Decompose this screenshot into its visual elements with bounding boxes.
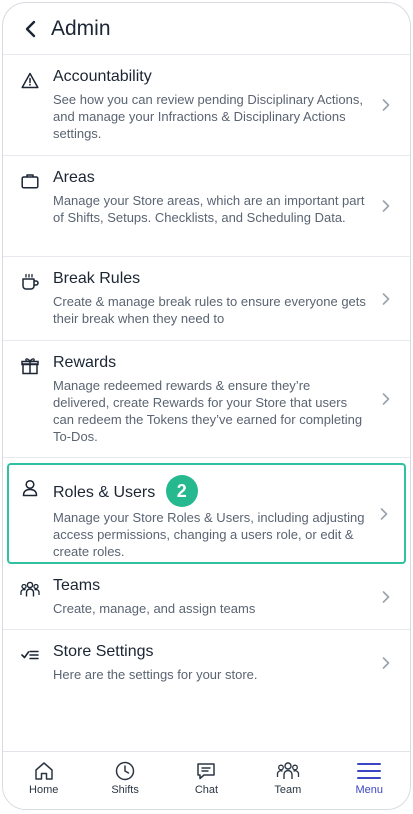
tab-label: Home xyxy=(29,784,59,796)
hamburger-menu-icon xyxy=(357,760,382,782)
menu-item-title: Rewards xyxy=(53,354,117,371)
menu-item-title: Break Rules xyxy=(53,270,141,287)
tab-team[interactable]: Team xyxy=(253,760,323,796)
warning-icon xyxy=(20,70,40,90)
menu-item-title: Teams xyxy=(53,577,101,594)
menu-item-description: Create, manage, and assign teams xyxy=(53,601,256,616)
chevron-right-icon xyxy=(380,656,392,670)
menu-item-description: See how you can review pending Disciplin… xyxy=(53,92,364,141)
menu-item-break-rules[interactable]: Break Rules Create & manage break rules … xyxy=(3,257,410,341)
chevron-right-icon xyxy=(380,98,392,112)
home-icon xyxy=(33,760,55,782)
menu-item-store-settings[interactable]: Store Settings Here are the settings for… xyxy=(3,630,410,696)
coffee-cup-icon xyxy=(20,272,40,292)
menu-item-roles-users[interactable]: Roles & Users 2 Manage your Store Roles … xyxy=(7,463,406,564)
tab-shifts[interactable]: Shifts xyxy=(90,760,160,796)
tab-menu[interactable]: Menu xyxy=(334,760,404,796)
header: Admin xyxy=(3,3,410,55)
team-icon xyxy=(276,760,300,782)
menu-item-description: Manage redeemed rewards & ensure they’re… xyxy=(53,378,363,444)
tab-chat[interactable]: Chat xyxy=(171,760,241,796)
clock-icon xyxy=(114,760,136,782)
step-badge: 2 xyxy=(165,475,198,507)
chevron-right-icon xyxy=(380,199,392,213)
gift-icon xyxy=(20,356,40,376)
tab-label: Shifts xyxy=(111,784,139,796)
menu-item-title: Roles & Users xyxy=(53,484,156,502)
chevron-right-icon xyxy=(380,392,392,406)
tab-label: Chat xyxy=(194,784,219,796)
menu-item-title: Areas xyxy=(53,169,95,186)
menu-item-description: Manage your Store Roles & Users, includi… xyxy=(53,510,365,559)
chat-icon xyxy=(195,760,217,782)
user-icon xyxy=(20,478,40,498)
tab-label: Team xyxy=(274,784,302,796)
chevron-right-icon xyxy=(378,507,390,521)
menu-item-title: Accountability xyxy=(53,68,152,85)
page-title: Admin xyxy=(51,16,111,40)
briefcase-icon xyxy=(20,171,40,191)
menu-item-description: Manage your Store areas, which are an im… xyxy=(53,193,365,225)
menu-item-teams[interactable]: Teams Create, manage, and assign teams xyxy=(3,564,410,630)
chevron-right-icon xyxy=(380,292,392,306)
phone-frame: Admin Accountability See how you can rev… xyxy=(2,2,411,810)
chevron-left-icon xyxy=(25,20,36,37)
tab-home[interactable]: Home xyxy=(9,760,79,796)
menu-item-areas[interactable]: Areas Manage your Store areas, which are… xyxy=(3,156,410,257)
menu-item-description: Here are the settings for your store. xyxy=(53,667,258,682)
menu-item-accountability[interactable]: Accountability See how you can review pe… xyxy=(3,55,410,156)
back-button[interactable] xyxy=(11,9,51,49)
admin-menu-list: Accountability See how you can review pe… xyxy=(3,55,410,696)
menu-item-description: Create & manage break rules to ensure ev… xyxy=(53,294,366,326)
bottom-tab-bar: Home Shifts Chat Team Menu xyxy=(3,751,410,809)
chevron-right-icon xyxy=(380,590,392,604)
checklist-icon xyxy=(20,645,40,665)
team-icon xyxy=(20,579,40,599)
menu-item-rewards[interactable]: Rewards Manage redeemed rewards & ensure… xyxy=(3,341,410,458)
menu-item-title: Store Settings xyxy=(53,643,154,660)
tab-label: Menu xyxy=(355,784,384,796)
